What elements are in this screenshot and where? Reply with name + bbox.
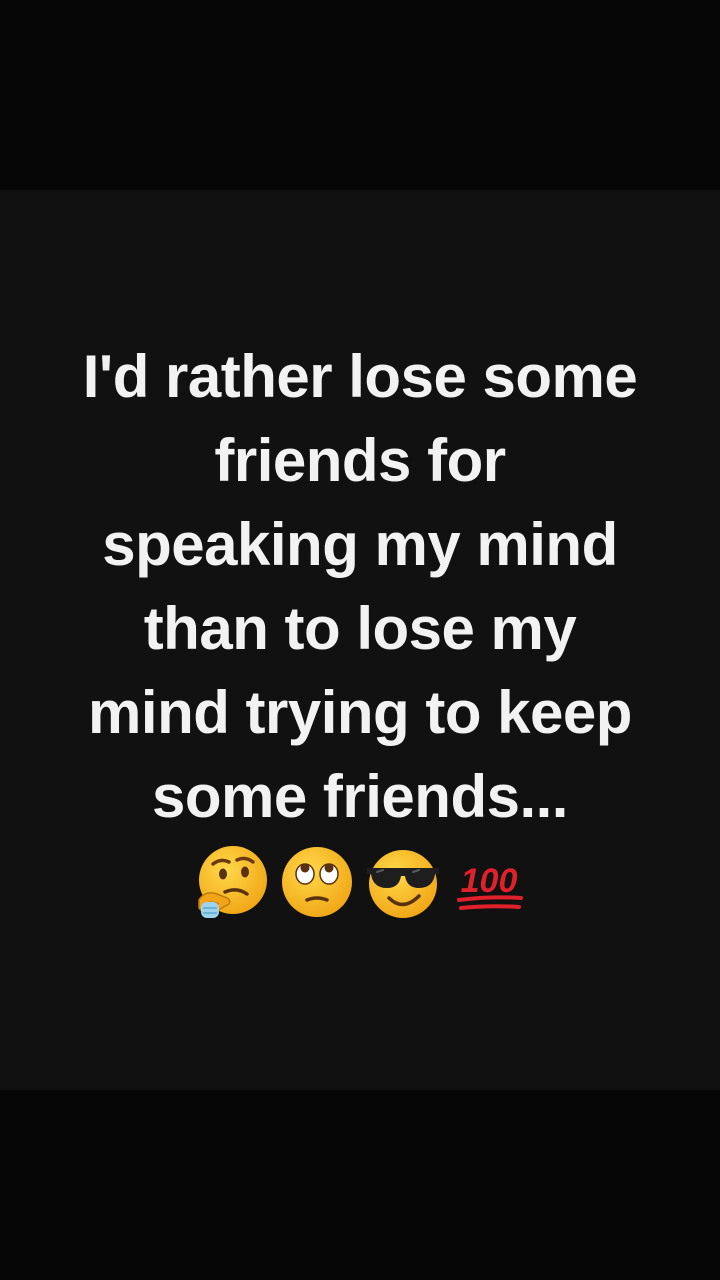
bottom-letterbox bbox=[0, 1090, 720, 1280]
quote-line: than to lose my bbox=[143, 595, 577, 662]
quote-line: mind trying to keep bbox=[88, 679, 632, 746]
hundred-points-icon: 100 bbox=[449, 842, 529, 922]
quote-line: I'd rather lose some bbox=[82, 343, 638, 410]
quote-line: friends for bbox=[214, 427, 506, 494]
image-frame: I'd rather lose some friends for speakin… bbox=[0, 0, 720, 1280]
quote-card: I'd rather lose some friends for speakin… bbox=[0, 190, 720, 1090]
thinking-face-icon bbox=[191, 842, 271, 922]
hundred-text: 100 bbox=[461, 862, 518, 900]
quote-line: speaking my mind bbox=[102, 511, 618, 578]
emoji-row: 100 bbox=[0, 842, 720, 922]
sunglasses-face-icon bbox=[363, 842, 443, 922]
eye-roll-face-icon bbox=[277, 842, 357, 922]
quote-text: I'd rather lose some friends for speakin… bbox=[20, 335, 700, 839]
top-letterbox bbox=[0, 0, 720, 190]
quote-line: some friends... bbox=[152, 763, 568, 830]
